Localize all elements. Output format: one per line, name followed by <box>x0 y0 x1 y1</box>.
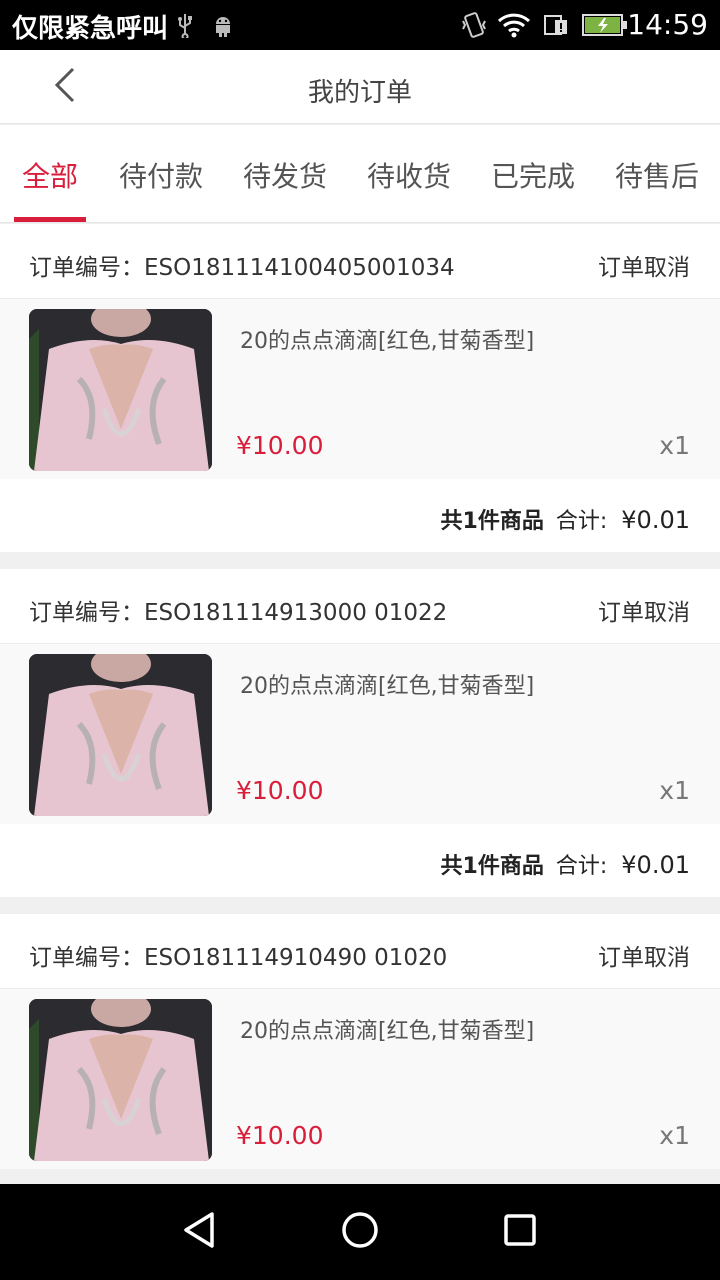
order-tabs: 全部 待付款 待发货 待收货 已完成 待售后 <box>0 125 720 223</box>
product-name: 20的点点滴滴[红色,甘菊香型] <box>240 674 535 699</box>
order-card[interactable]: 订单编号：ESO181114910490 01020 订单取消 20的点点滴滴[… <box>0 914 720 1169</box>
order-summary: 共1件商品 合计: ¥0.01 <box>0 824 720 897</box>
order-item[interactable]: 20的点点滴滴[红色,甘菊香型] ¥10.00 x1 <box>0 644 720 824</box>
page-title: 我的订单 <box>307 78 412 108</box>
order-summary: 共1件商品 合计: ¥0.01 <box>0 479 720 552</box>
battery-charging-icon <box>582 10 628 40</box>
sim-icon <box>542 10 572 40</box>
order-header: 订单编号：ESO181114913000 01022 订单取消 <box>0 569 720 644</box>
item-count: 共1件商品 <box>440 854 544 879</box>
status-bar: 仅限紧急呼叫 14:59 <box>0 0 720 50</box>
order-status: 订单取消 <box>598 945 690 971</box>
order-number: 订单编号：ESO181114100405001034 <box>29 255 455 281</box>
order-list: 订单编号：ESO181114100405001034 订单取消 20的点点滴滴[… <box>0 224 720 1186</box>
item-count: 共1件商品 <box>440 509 544 534</box>
product-quantity: x1 <box>659 431 690 460</box>
order-status: 订单取消 <box>598 600 690 626</box>
order-number: 订单编号：ESO181114913000 01022 <box>29 600 448 626</box>
nav-home-button[interactable] <box>334 1206 386 1258</box>
carrier-label: 仅限紧急呼叫 <box>12 14 169 44</box>
square-recents-icon <box>502 1212 538 1252</box>
order-header: 订单编号：ESO181114100405001034 订单取消 <box>0 224 720 299</box>
system-nav-bar <box>0 1184 720 1280</box>
android-debug-icon <box>210 10 236 40</box>
product-price: ¥10.00 <box>236 431 324 460</box>
order-card[interactable]: 订单编号：ESO181114913000 01022 订单取消 20的点点滴滴[… <box>0 569 720 897</box>
circle-home-icon <box>340 1210 380 1254</box>
tab-pending-shipment[interactable]: 待发货 <box>240 155 330 195</box>
product-thumbnail <box>29 999 212 1161</box>
order-number: 订单编号：ESO181114910490 01020 <box>29 945 448 971</box>
total-label: 合计: <box>555 509 608 534</box>
wifi-icon <box>496 10 532 40</box>
active-tab-indicator <box>14 217 86 222</box>
tab-all[interactable]: 全部 <box>14 155 86 195</box>
usb-icon <box>174 10 196 40</box>
product-price: ¥10.00 <box>236 1121 324 1150</box>
product-quantity: x1 <box>659 776 690 805</box>
product-price: ¥10.00 <box>236 776 324 805</box>
product-thumbnail <box>29 654 212 816</box>
tab-pending-payment[interactable]: 待付款 <box>116 155 206 195</box>
tab-completed[interactable]: 已完成 <box>488 155 578 195</box>
product-quantity: x1 <box>659 1121 690 1150</box>
order-total: ¥0.01 <box>621 851 690 879</box>
nav-back-button[interactable] <box>174 1206 226 1258</box>
order-status: 订单取消 <box>598 255 690 281</box>
header: 我的订单 <box>0 50 720 124</box>
product-name: 20的点点滴滴[红色,甘菊香型] <box>240 329 535 354</box>
vibrate-icon <box>460 10 488 40</box>
order-item[interactable]: 20的点点滴滴[红色,甘菊香型] ¥10.00 x1 <box>0 989 720 1169</box>
status-time: 14:59 <box>627 8 708 41</box>
total-label: 合计: <box>555 854 608 879</box>
order-card[interactable]: 订单编号：ESO181114100405001034 订单取消 20的点点滴滴[… <box>0 224 720 552</box>
product-thumbnail <box>29 309 212 471</box>
product-name: 20的点点滴滴[红色,甘菊香型] <box>240 1019 535 1044</box>
order-header: 订单编号：ESO181114910490 01020 订单取消 <box>0 914 720 989</box>
nav-recents-button[interactable] <box>494 1206 546 1258</box>
tab-pending-receipt[interactable]: 待收货 <box>364 155 454 195</box>
triangle-back-icon <box>180 1210 220 1254</box>
order-total: ¥0.01 <box>621 506 690 534</box>
order-item[interactable]: 20的点点滴滴[红色,甘菊香型] ¥10.00 x1 <box>0 299 720 479</box>
tab-after-sales[interactable]: 待售后 <box>612 155 702 195</box>
